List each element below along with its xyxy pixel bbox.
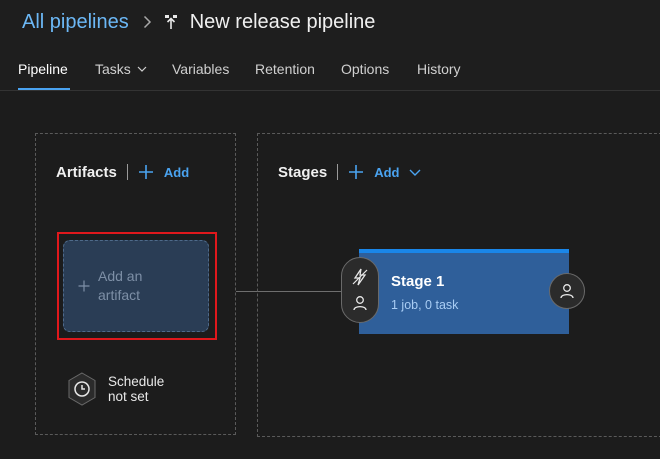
schedule-line-1: Schedule: [108, 374, 165, 389]
tab-options[interactable]: Options: [341, 52, 389, 90]
chevron-down-icon[interactable]: [409, 167, 421, 177]
stage-summary: 1 job, 0 task: [391, 298, 458, 312]
stage-card[interactable]: Stage 1 1 job, 0 task: [359, 249, 569, 334]
chevron-down-icon: [137, 61, 147, 77]
post-deployment-approvals[interactable]: [549, 273, 585, 309]
pre-deployment-conditions: [341, 257, 379, 323]
schedule-label: Schedule not set: [108, 374, 164, 404]
tab-label: Retention: [255, 61, 315, 77]
plus-icon: [138, 164, 154, 180]
stages-heading: Stages: [278, 163, 328, 181]
tab-label: History: [417, 61, 461, 77]
artifacts-heading: Artifacts: [56, 163, 117, 181]
schedule-line-2: not set: [108, 389, 149, 404]
add-label: Add: [163, 164, 190, 180]
tab-pipeline[interactable]: Pipeline: [18, 52, 70, 90]
stage-jobs-link[interactable]: 1 job: [391, 298, 418, 312]
schedule-trigger[interactable]: Schedule not set: [66, 372, 164, 406]
page-title: New release pipeline: [189, 10, 376, 33]
pipeline-canvas: Artifacts Add Add an artifact Schedule n…: [0, 90, 660, 459]
add-artifact-label: Add an artifact: [98, 268, 143, 303]
divider: [337, 164, 339, 180]
all-pipelines-link[interactable]: All pipelines: [22, 11, 129, 34]
tab-variables[interactable]: Variables: [172, 52, 229, 90]
tab-label: Options: [341, 61, 390, 77]
divider: [126, 164, 128, 180]
tab-label: Variables: [172, 61, 230, 77]
tab-history[interactable]: History: [417, 52, 461, 90]
artifacts-header: Artifacts Add: [56, 161, 189, 183]
stage-tasks-text: , 0 task: [418, 298, 459, 312]
header: All pipelines New release pipeline Pipel…: [0, 0, 660, 90]
tab-label: Pipeline: [18, 61, 68, 77]
stages-header: Stages Add: [278, 161, 421, 183]
plus-icon: [348, 164, 364, 180]
user-approver-icon: [559, 283, 575, 299]
tab-bar: Pipeline Tasks Variables Retention Optio…: [0, 52, 660, 90]
add-stage-button[interactable]: Add: [348, 164, 421, 180]
artifacts-panel: Artifacts Add Add an artifact Schedule n…: [35, 133, 236, 435]
clock-icon: [66, 372, 98, 406]
breadcrumb: All pipelines New release pipeline: [22, 8, 375, 36]
release-pipeline-icon: [164, 13, 180, 31]
stage-name: Stage 1: [391, 273, 445, 290]
add-artifact-button[interactable]: Add: [138, 164, 189, 180]
tab-label: Tasks: [95, 61, 131, 77]
plus-icon: [78, 280, 90, 292]
add-artifact-card[interactable]: Add an artifact: [63, 240, 209, 332]
tab-retention[interactable]: Retention: [255, 52, 315, 90]
add-label: Add: [374, 164, 400, 180]
lightning-trigger-icon[interactable]: [350, 267, 370, 287]
tab-tasks[interactable]: Tasks: [95, 52, 147, 90]
chevron-right-icon: [143, 15, 152, 29]
user-approver-icon[interactable]: [350, 293, 370, 313]
